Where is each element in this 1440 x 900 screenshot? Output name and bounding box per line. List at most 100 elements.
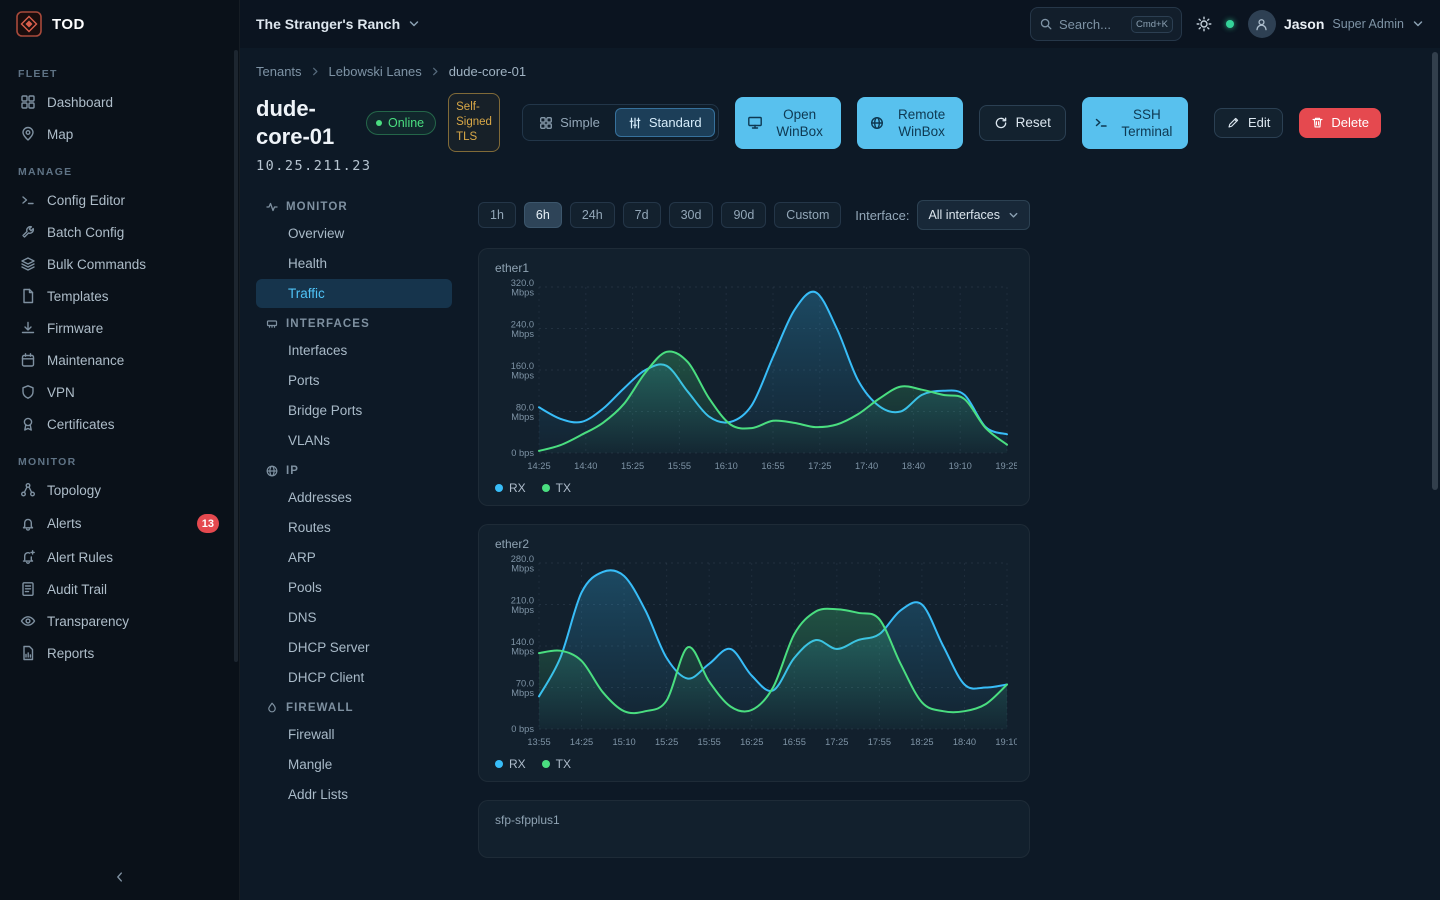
subnav-item-arp[interactable]: ARP xyxy=(256,543,452,572)
sidebar-item-dashboard[interactable]: Dashboard xyxy=(12,86,227,118)
range-1h[interactable]: 1h xyxy=(478,202,516,228)
sidebar-item-label: Topology xyxy=(47,483,101,498)
subnav-item-dhcp-server[interactable]: DHCP Server xyxy=(256,633,452,662)
svg-text:16:25: 16:25 xyxy=(740,737,763,747)
sidebar-item-alerts[interactable]: Alerts 13 xyxy=(12,506,227,541)
sidebar-scrollbar[interactable] xyxy=(234,50,238,662)
ssh-terminal-button[interactable]: SSH Terminal xyxy=(1082,97,1188,149)
subnav-item-dns[interactable]: DNS xyxy=(256,603,452,632)
sidebar-item-firmware[interactable]: Firmware xyxy=(12,312,227,344)
view-mode-toggle: Simple Standard xyxy=(522,104,719,141)
reset-button[interactable]: Reset xyxy=(979,105,1066,141)
topology-icon xyxy=(20,482,36,498)
sidebar-item-vpn[interactable]: VPN xyxy=(12,376,227,408)
svg-text:210.0Mbps: 210.0Mbps xyxy=(511,596,535,616)
delete-button[interactable]: Delete xyxy=(1299,108,1381,138)
legend-tx-label: TX xyxy=(556,757,571,771)
subnav-item-mangle[interactable]: Mangle xyxy=(256,750,452,779)
app-logo-icon xyxy=(16,11,42,37)
subnav-item-firewall[interactable]: Firewall xyxy=(256,720,452,749)
sidebar-item-transparency[interactable]: Transparency xyxy=(12,605,227,637)
subnav-item-health[interactable]: Health xyxy=(256,249,452,278)
svg-text:80.0Mbps: 80.0Mbps xyxy=(511,403,534,423)
search-input[interactable] xyxy=(1059,17,1125,32)
breadcrumb-tenants[interactable]: Tenants xyxy=(256,64,302,79)
sidebar-item-templates[interactable]: Templates xyxy=(12,280,227,312)
sidebar-item-bulk-commands[interactable]: Bulk Commands xyxy=(12,248,227,280)
remote-winbox-button[interactable]: Remote WinBox xyxy=(857,97,963,149)
sidebar-item-audit-trail[interactable]: Audit Trail xyxy=(12,573,227,605)
range-24h[interactable]: 24h xyxy=(570,202,615,228)
view-toggle-simple[interactable]: Simple xyxy=(526,108,613,137)
user-menu[interactable]: Jason Super Admin xyxy=(1248,10,1424,38)
svg-text:18:25: 18:25 xyxy=(910,737,933,747)
range-custom[interactable]: Custom xyxy=(774,202,841,228)
globe-icon xyxy=(266,465,278,477)
tenant-selector[interactable]: The Stranger's Ranch xyxy=(256,16,420,32)
ethernet-icon xyxy=(266,318,278,330)
subnav-item-overview[interactable]: Overview xyxy=(256,219,452,248)
sidebar-item-maintenance[interactable]: Maintenance xyxy=(12,344,227,376)
chart-filter-row: 1h 6h 24h 7d 30d 90d Custom Interface: A… xyxy=(478,200,1030,230)
svg-text:70.0Mbps: 70.0Mbps xyxy=(511,679,534,699)
shield-icon xyxy=(20,384,36,400)
subnav-item-interfaces[interactable]: Interfaces xyxy=(256,336,452,365)
monitor-icon xyxy=(747,115,763,131)
breadcrumb-device-name: dude-core-01 xyxy=(449,64,526,79)
sidebar-item-map[interactable]: Map xyxy=(12,118,227,150)
subnav-item-addresses[interactable]: Addresses xyxy=(256,483,452,512)
svg-text:15:25: 15:25 xyxy=(655,737,678,747)
svg-text:19:25: 19:25 xyxy=(995,461,1017,471)
app-logo-row[interactable]: TOD xyxy=(0,0,239,48)
device-subnav: MONITOR Overview Health Traffic INTERFAC… xyxy=(256,192,452,858)
subnav-item-bridge-ports[interactable]: Bridge Ports xyxy=(256,396,452,425)
sidebar-collapse-button[interactable] xyxy=(0,854,239,900)
sidebar-item-batch-config[interactable]: Batch Config xyxy=(12,216,227,248)
activity-icon xyxy=(266,201,278,213)
traffic-chart-ether2: 280.0Mbps210.0Mbps140.0Mbps70.0Mbps0 bps… xyxy=(493,553,1017,753)
file-icon xyxy=(20,288,36,304)
sidebar-item-certificates[interactable]: Certificates xyxy=(12,408,227,440)
sidebar-item-label: VPN xyxy=(47,385,75,400)
subnav-item-addr-lists[interactable]: Addr Lists xyxy=(256,780,452,809)
sidebar-item-label: Map xyxy=(47,127,73,142)
range-90d[interactable]: 90d xyxy=(721,202,766,228)
chart-card-sfp-sfpplus1: sfp-sfpplus1 xyxy=(478,800,1030,858)
chevron-down-icon xyxy=(1008,210,1019,221)
range-7d[interactable]: 7d xyxy=(623,202,661,228)
sidebar: TOD FLEET Dashboard Map MANAGE Config Ed… xyxy=(0,0,240,900)
sidebar-item-alert-rules[interactable]: Alert Rules xyxy=(12,541,227,573)
svg-text:17:25: 17:25 xyxy=(808,461,831,471)
globe-icon xyxy=(869,115,885,131)
page-title: dude-core-01 xyxy=(256,95,354,151)
range-30d[interactable]: 30d xyxy=(669,202,714,228)
chevron-left-icon xyxy=(113,870,127,884)
sidebar-item-topology[interactable]: Topology xyxy=(12,474,227,506)
layers-icon xyxy=(20,256,36,272)
subnav-section-interfaces: INTERFACES xyxy=(256,309,452,335)
sidebar-nav: FLEET Dashboard Map MANAGE Config Editor… xyxy=(0,48,239,854)
breadcrumb-tenant-name[interactable]: Lebowski Lanes xyxy=(329,64,422,79)
subnav-item-dhcp-client[interactable]: DHCP Client xyxy=(256,663,452,692)
range-6h[interactable]: 6h xyxy=(524,202,562,228)
edit-button[interactable]: Edit xyxy=(1214,108,1283,138)
open-winbox-button[interactable]: Open WinBox xyxy=(735,97,841,149)
subnav-section-ip: IP xyxy=(256,456,452,482)
subnav-item-vlans[interactable]: VLANs xyxy=(256,426,452,455)
subnav-item-traffic[interactable]: Traffic xyxy=(256,279,452,308)
subnav-item-pools[interactable]: Pools xyxy=(256,573,452,602)
bell-plus-icon xyxy=(20,549,36,565)
global-search[interactable]: Cmd+K xyxy=(1030,7,1182,41)
subnav-item-routes[interactable]: Routes xyxy=(256,513,452,542)
svg-text:280.0Mbps: 280.0Mbps xyxy=(511,554,535,574)
svg-text:140.0Mbps: 140.0Mbps xyxy=(511,637,535,657)
sidebar-item-reports[interactable]: Reports xyxy=(12,637,227,669)
interface-select[interactable]: All interfaces xyxy=(917,200,1030,230)
view-toggle-standard[interactable]: Standard xyxy=(615,108,715,137)
traffic-charts-column: 1h 6h 24h 7d 30d 90d Custom Interface: A… xyxy=(478,192,1030,858)
main-scrollbar[interactable] xyxy=(1432,52,1438,490)
theme-toggle-sun-icon[interactable] xyxy=(1196,16,1212,32)
sidebar-item-label: Certificates xyxy=(47,417,115,432)
subnav-item-ports[interactable]: Ports xyxy=(256,366,452,395)
sidebar-item-config-editor[interactable]: Config Editor xyxy=(12,184,227,216)
